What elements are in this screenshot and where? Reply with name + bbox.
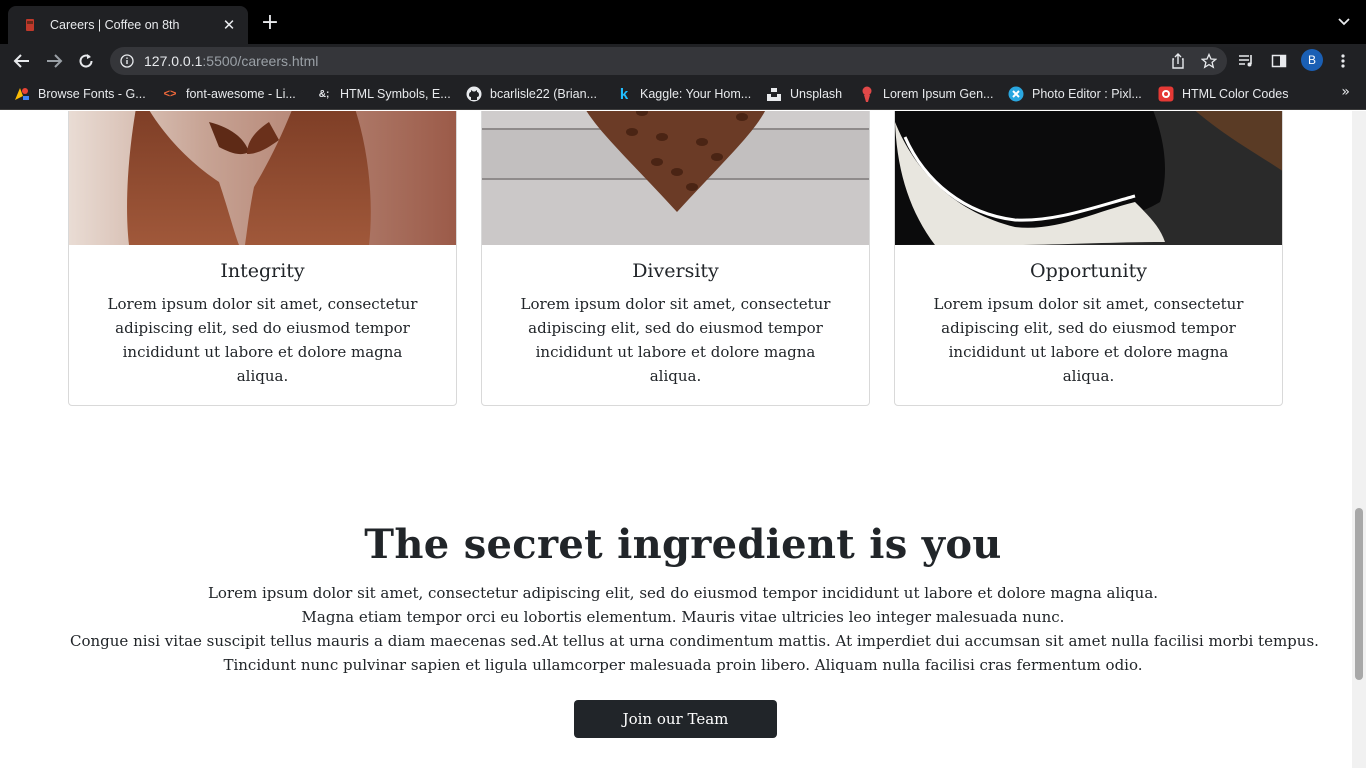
address-bar[interactable]: 127.0.0.1:5500/careers.html: [110, 47, 1227, 75]
url-text: 127.0.0.1:5500/careers.html: [144, 53, 318, 69]
bookmark-label: Lorem Ipsum Gen...: [883, 87, 994, 101]
bookmark-item[interactable]: Lorem Ipsum Gen...: [859, 85, 993, 103]
profile-avatar[interactable]: B: [1301, 49, 1323, 71]
bookmark-item[interactable]: Photo Editor : Pixl...: [1008, 85, 1142, 103]
tab-close-icon[interactable]: ✕: [220, 16, 238, 34]
bookmark-item[interactable]: <> font-awesome - Li...: [162, 85, 296, 103]
pixlr-icon: [1008, 86, 1024, 102]
bookmark-label: HTML Symbols, E...: [340, 87, 451, 101]
card-text: Lorem ipsum dolor sit amet, consectetur …: [107, 295, 418, 385]
site-info-icon[interactable]: [120, 54, 134, 68]
url-host: 127.0.0.1: [144, 53, 203, 69]
bookmarks-overflow-chevron-icon[interactable]: »: [1341, 84, 1350, 100]
forward-arrow-icon[interactable]: [42, 49, 66, 73]
lorem-icon: [859, 86, 875, 102]
page-scrollbar[interactable]: [1352, 111, 1366, 768]
card-image-hands-holding: [69, 111, 456, 245]
card-title: Diversity: [632, 260, 719, 282]
ampersand-icon: &;: [318, 88, 330, 100]
bookmark-item[interactable]: Unsplash: [766, 85, 842, 103]
kaggle-icon: k: [619, 85, 629, 103]
join-our-team-button[interactable]: Join our Team: [574, 700, 777, 738]
section-heading: The secret ingredient is you: [364, 521, 1002, 568]
bookmark-item[interactable]: bcarlisle22 (Brian...: [466, 85, 597, 103]
new-tab-plus-icon[interactable]: +: [258, 12, 282, 36]
back-arrow-icon[interactable]: [10, 49, 34, 73]
bookmark-label: font-awesome - Li...: [186, 87, 296, 101]
url-path: :5500/careers.html: [202, 53, 319, 69]
bookmark-label: Browse Fonts - G...: [38, 87, 146, 101]
browser-toolbar: 127.0.0.1:5500/careers.html: [0, 44, 1366, 78]
bookmark-label: Unsplash: [790, 87, 843, 101]
page-viewport: Integrity Lorem ipsum dolor sit amet, co…: [0, 111, 1366, 768]
paragraph-line: Lorem ipsum dolor sit amet, consectetur …: [207, 584, 1159, 602]
card-image-coffee-cup: [895, 111, 1282, 245]
bookmarks-bar: Browse Fonts - G... <> font-awesome - Li…: [0, 78, 1366, 110]
card-title: Integrity: [220, 260, 305, 282]
value-card-opportunity: Opportunity Lorem ipsum dolor sit amet, …: [894, 111, 1283, 406]
bookmark-label: Kaggle: Your Hom...: [640, 87, 752, 101]
browser-tab-active[interactable]: Careers | Coffee on 8th ✕: [8, 6, 248, 44]
paragraph-line: Magna etiam tempor orci eu lobortis elem…: [301, 608, 1065, 626]
bookmark-label: HTML Color Codes: [1182, 87, 1289, 101]
bookmark-item[interactable]: &; HTML Symbols, E...: [316, 85, 451, 103]
github-icon: [466, 86, 482, 102]
side-panel-icon[interactable]: [1267, 49, 1291, 73]
value-card-integrity: Integrity Lorem ipsum dolor sit amet, co…: [68, 111, 457, 406]
share-icon[interactable]: [1171, 53, 1185, 73]
bookmark-item[interactable]: HTML Color Codes: [1158, 85, 1289, 103]
reload-icon[interactable]: [74, 49, 98, 73]
paragraph-line: Tincidunt nunc pulvinar sapien et ligula…: [223, 656, 1143, 674]
bookmark-label: Photo Editor : Pixl...: [1032, 87, 1142, 101]
bookmark-item[interactable]: k Kaggle: Your Hom...: [616, 85, 751, 103]
google-fonts-icon: [14, 86, 30, 102]
color-codes-icon: [1158, 86, 1174, 102]
tab-search-chevron-icon[interactable]: [1336, 14, 1352, 30]
scrollbar-thumb[interactable]: [1355, 508, 1363, 680]
browser-tab-strip: Careers | Coffee on 8th ✕ +: [0, 0, 1366, 44]
tab-title: Careers | Coffee on 8th: [50, 18, 180, 32]
bookmark-item[interactable]: Browse Fonts - G...: [14, 85, 146, 103]
bookmark-label: bcarlisle22 (Brian...: [490, 87, 597, 101]
section-paragraph: Lorem ipsum dolor sit amet, consectetur …: [70, 581, 1319, 677]
browser-menu-kebab-icon[interactable]: [1331, 49, 1355, 73]
unsplash-icon: [766, 86, 782, 102]
card-title: Opportunity: [1030, 260, 1147, 282]
code-brackets-icon: <>: [163, 88, 177, 100]
card-text: Lorem ipsum dolor sit amet, consectetur …: [520, 295, 831, 385]
card-image-coffee-bean-heart: [482, 111, 869, 245]
paragraph-line: Congue nisi vitae suscipit tellus mauris…: [70, 632, 1319, 650]
value-card-diversity: Diversity Lorem ipsum dolor sit amet, co…: [481, 111, 870, 406]
bookmark-star-icon[interactable]: [1200, 52, 1218, 73]
coffee-cup-favicon-icon: [22, 17, 38, 33]
card-text: Lorem ipsum dolor sit amet, consectetur …: [933, 295, 1244, 385]
media-control-icon[interactable]: [1235, 49, 1259, 73]
